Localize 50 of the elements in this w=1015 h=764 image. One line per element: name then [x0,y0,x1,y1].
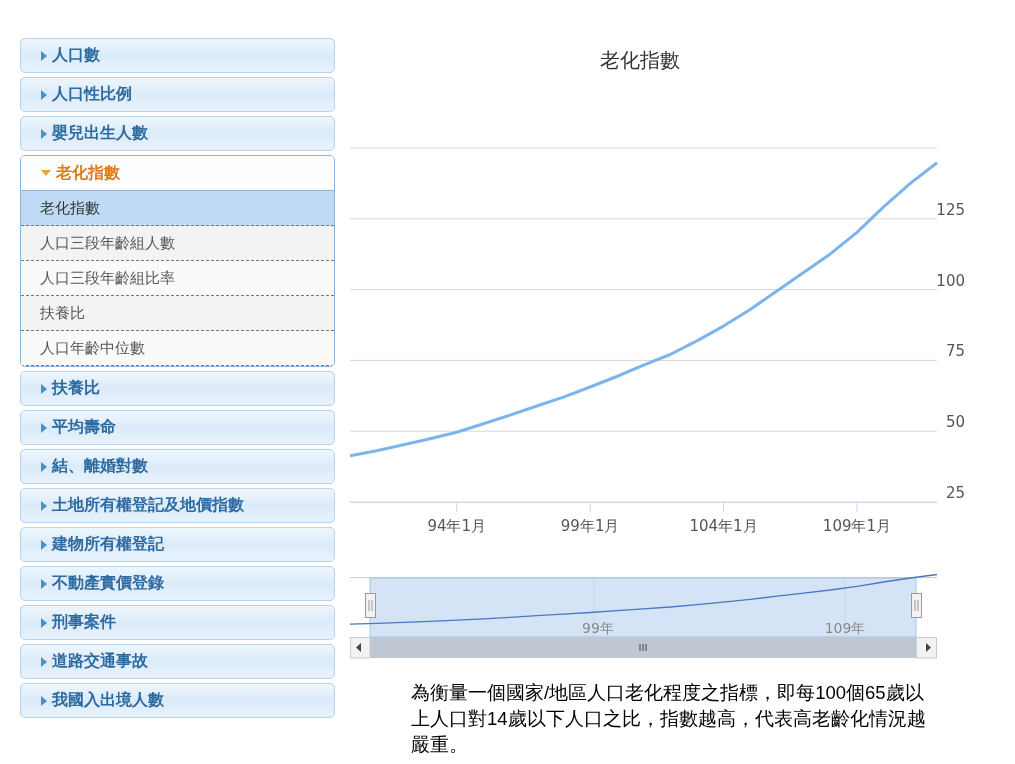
range-handle[interactable] [365,593,376,618]
menu-header[interactable]: 人口性比例 [20,77,335,112]
menu-header[interactable]: 土地所有權登記及地價指數 [20,488,335,523]
caret-icon [41,89,47,100]
grip-icon [639,643,647,652]
caret-icon [41,170,51,176]
y-tick-label: 50 [945,413,965,432]
menu-header[interactable]: 建物所有權登記 [20,527,335,562]
caret-icon [41,461,47,472]
scroll-left-button[interactable] [350,637,371,659]
x-tick-label: 104年1月 [689,517,758,535]
menu-header[interactable]: 平均壽命 [20,410,335,445]
submenu-item[interactable]: 人口三段年齡組比率 [21,261,334,296]
x-tick-label: 99年1月 [560,517,620,535]
menu-header[interactable]: 道路交通事故 [20,644,335,679]
menu-header[interactable]: 嬰兒出生人數 [20,116,335,151]
menu-header[interactable]: 不動產實價登錄 [20,566,335,601]
caret-icon [41,539,47,550]
scroll-right-button[interactable] [916,637,937,659]
y-tick-label: 125 [936,200,965,219]
submenu-item[interactable]: 老化指數 [21,191,334,226]
range-handle[interactable] [911,593,922,618]
caret-icon [41,422,47,433]
x-tick-label: 94年1月 [427,517,487,535]
caret-icon [41,50,47,61]
submenu-item[interactable]: 人口三段年齡組人數 [21,226,334,261]
menu-header[interactable]: 結、離婚對數 [20,449,335,484]
menu-header[interactable]: 老化指數 [21,156,334,191]
submenu-item[interactable]: 人口年齡中位數 [21,331,334,366]
caret-icon [41,656,47,667]
x-tick-label: 109年1月 [822,517,892,535]
navigator-label: 109年 [824,620,866,636]
caret-icon [41,500,47,511]
y-tick-label: 75 [945,342,965,361]
caret-icon [41,695,47,706]
caret-icon [41,617,47,628]
menu-header[interactable]: 扶養比 [20,371,335,406]
y-tick-label: 25 [945,484,965,502]
caret-icon [41,578,47,589]
scrollbar-thumb[interactable] [370,637,916,658]
menu-header[interactable]: 我國入出境人數 [20,683,335,718]
description-text: 為衡量一個國家/地區人口老化程度之指標，即每100個65歲以上人口對14歲以下人口之比，指數越高，代表高老齡化情況越嚴重。 [411,681,927,757]
menu-header[interactable]: 人口數 [20,38,335,73]
y-tick-label: 100 [936,271,965,290]
submenu-item[interactable]: 扶養比 [21,296,334,331]
caret-icon [41,128,47,139]
chart-title: 老化指數 [599,47,681,74]
menu-header[interactable]: 刑事案件 [20,605,335,640]
navigator-label: 99年 [582,620,614,636]
caret-icon [41,383,47,394]
